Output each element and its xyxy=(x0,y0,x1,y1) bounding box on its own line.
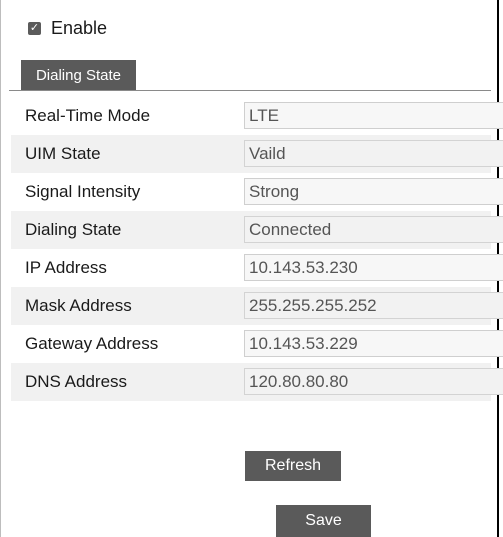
field-label: Dialing State xyxy=(25,220,122,239)
field-value: Connected xyxy=(244,216,503,243)
field-label: UIM State xyxy=(25,144,101,163)
table-row: Real-Time Mode LTE xyxy=(11,97,503,135)
field-label: Mask Address xyxy=(25,296,132,315)
field-value: 120.80.80.80 xyxy=(244,368,503,395)
refresh-button[interactable]: Refresh xyxy=(245,451,341,481)
table-row: Signal Intensity Strong xyxy=(11,173,503,211)
dialing-info-table: Real-Time Mode LTE UIM State Vaild Signa… xyxy=(11,97,503,401)
field-label: DNS Address xyxy=(25,372,128,391)
table-row: Mask Address 255.255.255.252 xyxy=(11,287,503,325)
field-label: IP Address xyxy=(25,258,107,277)
field-value: 10.143.53.230 xyxy=(244,254,503,281)
field-label: Gateway Address xyxy=(25,334,159,353)
field-value: Vaild xyxy=(244,140,503,167)
save-button[interactable]: Save xyxy=(276,505,371,537)
table-row: UIM State Vaild xyxy=(11,135,503,173)
enable-checkbox[interactable]: ✓ xyxy=(28,21,41,35)
tab-divider xyxy=(9,90,491,91)
settings-panel: ✓ Enable Dialing State Real-Time Mode LT… xyxy=(0,0,503,537)
table-row: DNS Address 120.80.80.80 xyxy=(11,363,503,401)
enable-label: Enable xyxy=(51,17,108,38)
field-label: Signal Intensity xyxy=(25,182,141,201)
table-row: IP Address 10.143.53.230 xyxy=(11,249,503,287)
field-label: Real-Time Mode xyxy=(25,106,151,125)
tab-dialing-state[interactable]: Dialing State xyxy=(21,60,136,90)
enable-row: ✓ Enable xyxy=(28,17,107,39)
field-value: Strong xyxy=(244,178,503,205)
table-row: Dialing State Connected xyxy=(11,211,503,249)
field-value: LTE xyxy=(244,102,503,129)
table-row: Gateway Address 10.143.53.229 xyxy=(11,325,503,363)
field-value: 255.255.255.252 xyxy=(244,292,503,319)
field-value: 10.143.53.229 xyxy=(244,330,503,357)
